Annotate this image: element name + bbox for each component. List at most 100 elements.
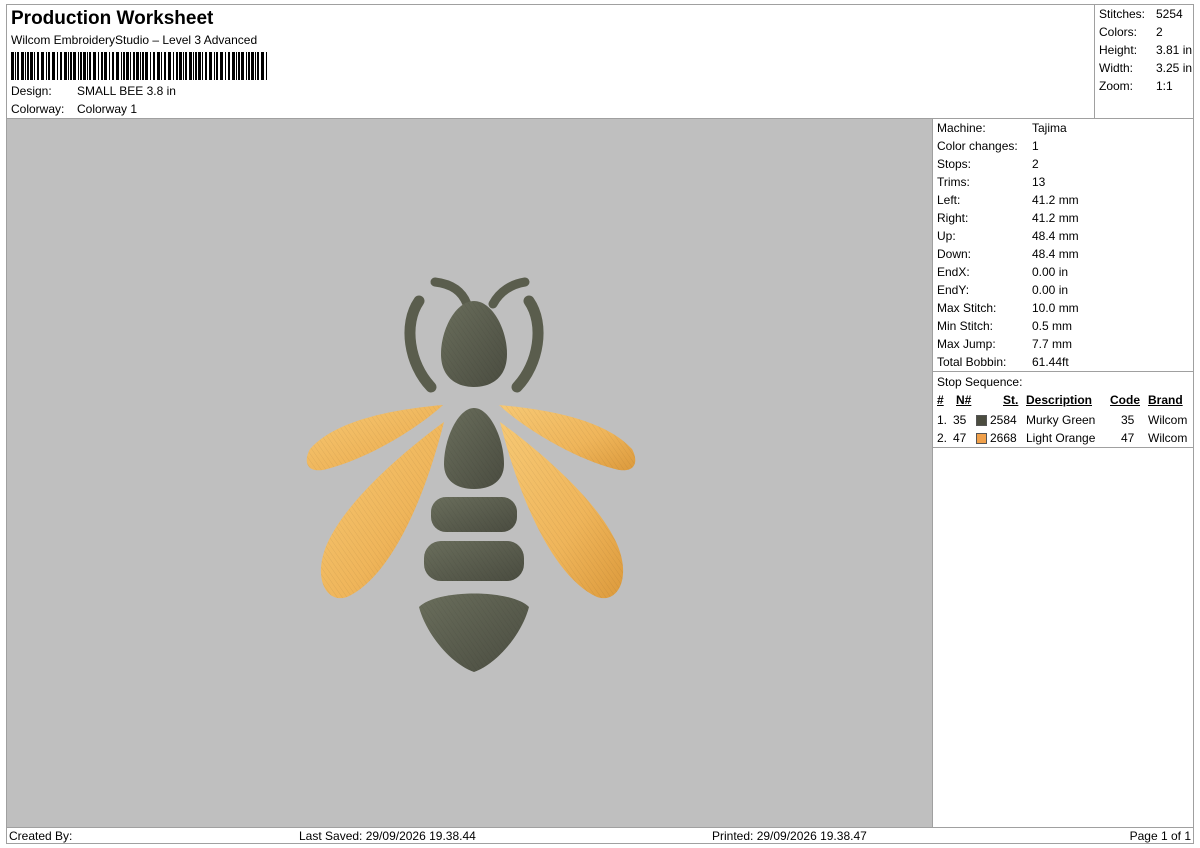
colors-label: Colors: [1099, 25, 1138, 39]
machine-info-row: Up: 48.4 mm [937, 229, 1079, 243]
barcode-bar [161, 52, 162, 80]
stop-stitches: 2668 [990, 431, 1017, 445]
printed-date: Printed: 29/09/2026 19.38.47 [712, 829, 867, 843]
barcode-bar [37, 52, 39, 80]
barcode-bar [15, 52, 16, 80]
colorway-value: Colorway 1 [77, 102, 138, 116]
barcode-bar [173, 52, 174, 80]
barcode-bar [241, 52, 244, 80]
barcode-bar [98, 52, 99, 80]
height-row: Height: 3.81 in [1099, 43, 1192, 57]
machine-info-row: EndX: 0.00 in [937, 265, 1068, 279]
barcode-bar [225, 52, 226, 80]
barcode-bar [57, 52, 58, 80]
barcode-bar [11, 52, 14, 80]
barcode-bar [261, 52, 264, 80]
zoom-value: 1:1 [1156, 79, 1173, 93]
machine-info-row: Total Bobbin: 61.44ft [937, 355, 1069, 369]
barcode-bar [150, 52, 151, 80]
col-num: # [937, 393, 944, 407]
barcode-bar [126, 52, 129, 80]
machine-info-row: Down: 48.4 mm [937, 247, 1079, 261]
machine-info-label: Left: [937, 193, 961, 207]
colorway-row: Colorway: Colorway 1 [11, 102, 137, 116]
barcode-bar [101, 52, 103, 80]
machine-info-value: 2 [1032, 157, 1039, 171]
barcode-bar [60, 52, 62, 80]
stop-num: 2. [937, 431, 948, 445]
barcode-bar [179, 52, 182, 80]
separator [933, 447, 1193, 448]
worksheet-frame: Production Worksheet Wilcom EmbroiderySt… [6, 4, 1194, 844]
barcode-bar [48, 52, 50, 80]
barcode-bar [228, 52, 230, 80]
width-label: Width: [1099, 61, 1134, 75]
barcode-bar [193, 52, 194, 80]
last-saved: Last Saved: 29/09/2026 19.38.44 [299, 829, 476, 843]
machine-info-label: Down: [937, 247, 972, 261]
barcode-bar [25, 52, 26, 80]
stop-code: 47 [1121, 431, 1135, 445]
barcode-bar [140, 52, 141, 80]
barcode-bar [41, 52, 44, 80]
machine-info-row: Max Jump: 7.7 mm [937, 337, 1072, 351]
bee-embroidery-image [306, 277, 636, 672]
col-code: Code [1110, 393, 1140, 407]
machine-info-row: Machine: Tajima [937, 121, 1067, 135]
worksheet-title: Production Worksheet [11, 8, 214, 29]
barcode-bar [216, 52, 218, 80]
barcode-bar [205, 52, 207, 80]
barcode-bar [176, 52, 178, 80]
barcode-bar [220, 52, 223, 80]
barcode-bar [80, 52, 82, 80]
design-stats: Stitches: 5254 Colors: 2 Height: 3.81 in Wi… [1095, 5, 1193, 119]
machine-info-value: 0.00 in [1032, 283, 1069, 297]
zoom-row: Zoom: 1:1 [1099, 79, 1173, 93]
barcode-bar [232, 52, 235, 80]
machine-info-row: Min Stitch: 0.5 mm [937, 319, 1072, 333]
barcode-bar [238, 52, 240, 80]
barcode [11, 52, 267, 80]
barcode-bar [112, 52, 114, 80]
stop-brand: Wilcom [1148, 413, 1188, 427]
thread-color-swatch [976, 433, 987, 444]
barcode-bar [121, 52, 122, 80]
colorway-label: Colorway: [11, 102, 65, 116]
barcode-bar [109, 52, 110, 80]
software-name: Wilcom EmbroideryStudio – Level 3 Advanc… [11, 33, 258, 47]
barcode-bar [83, 52, 86, 80]
barcode-bar [185, 52, 187, 80]
stitches-label: Stitches: [1099, 7, 1146, 21]
zoom-label: Zoom: [1099, 79, 1134, 93]
machine-info-label: Max Jump: [937, 337, 996, 351]
machine-info-label: Min Stitch: [937, 319, 994, 333]
barcode-bar [64, 52, 67, 80]
barcode-bar [189, 52, 192, 80]
stop-brand: Wilcom [1148, 431, 1188, 445]
barcode-bar [78, 52, 79, 80]
barcode-bar [266, 52, 267, 80]
design-value: SMALL BEE 3.8 in [77, 84, 176, 98]
colors-row: Colors: 2 [1099, 25, 1163, 39]
barcode-bar [145, 52, 148, 80]
machine-info-value: 10.0 mm [1032, 301, 1079, 315]
design-row: Design: SMALL BEE 3.8 in [11, 84, 176, 98]
antenna-left [430, 277, 472, 309]
machine-info-row: Max Stitch: 10.0 mm [937, 301, 1079, 315]
machine-info-panel: Machine: Tajima Color changes: 1 Stops: 2 Trim… [933, 119, 1193, 827]
stitches-row: Stitches: 5254 [1099, 7, 1183, 21]
machine-info-label: EndX: [937, 265, 970, 279]
col-brand: Brand [1148, 393, 1183, 407]
colors-value: 2 [1156, 25, 1163, 39]
machine-info-value: 13 [1032, 175, 1046, 189]
page-number: Page 1 of 1 [1129, 829, 1191, 843]
side-arc-left [404, 295, 437, 393]
machine-info-value: 61.44ft [1032, 355, 1069, 369]
created-by: Created By: [9, 829, 73, 843]
machine-info-value: 1 [1032, 139, 1039, 153]
height-value: 3.81 in [1156, 43, 1193, 57]
worksheet-header: Production Worksheet Wilcom EmbroiderySt… [7, 5, 1095, 119]
machine-info-row: Right: 41.2 mm [937, 211, 1079, 225]
machine-info-value: 7.7 mm [1032, 337, 1073, 351]
stop-description: Light Orange [1026, 431, 1096, 445]
